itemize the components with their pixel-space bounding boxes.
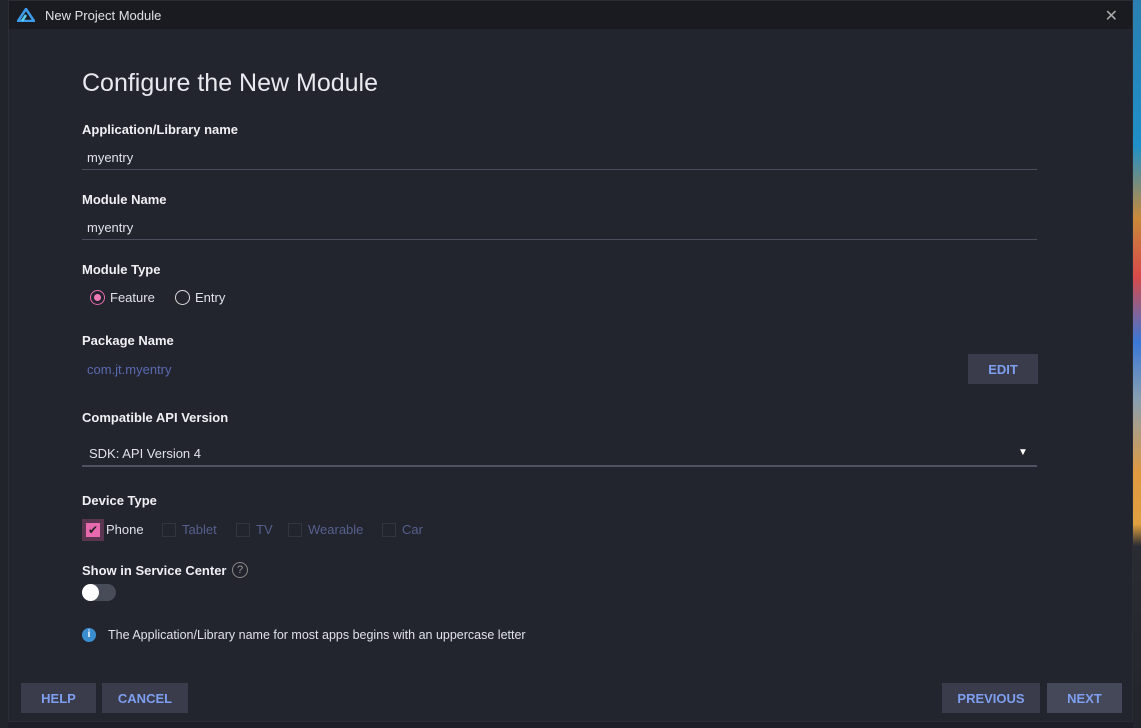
service-center-toggle[interactable] [82,584,116,601]
module-name-underline [82,239,1037,240]
checkbox-label: Car [402,522,423,537]
app-logo-icon [17,8,35,22]
help-question-icon[interactable]: ? [232,562,248,578]
new-project-module-dialog: New Project Module ✕ Configure the New M… [8,0,1133,722]
api-version-underline [82,465,1037,467]
checkbox-tv[interactable]: TV [236,522,273,537]
window-title: New Project Module [45,7,162,23]
radio-label: Feature [110,290,155,305]
checkbox-label: Phone [106,522,144,537]
close-icon[interactable]: ✕ [1105,6,1118,26]
service-center-label: Show in Service Center [82,563,227,578]
help-button[interactable]: HELP [21,683,96,713]
device-type-label: Device Type [82,493,157,508]
checkbox-car[interactable]: Car [382,522,423,537]
checkbox-checked-icon: ✔ [86,522,100,537]
package-name-value: com.jt.myentry [87,362,172,377]
radio-unselected-icon [175,290,190,305]
radio-feature[interactable]: Feature [90,290,155,305]
app-name-label: Application/Library name [82,122,239,137]
background-window [0,0,8,728]
previous-button[interactable]: PREVIOUS [942,683,1040,713]
radio-label: Entry [195,290,226,305]
package-name-label: Package Name [82,333,174,348]
checkbox-label: TV [256,522,273,537]
checkbox-icon [236,522,250,537]
checkbox-wearable[interactable]: Wearable [288,522,363,537]
checkbox-tablet[interactable]: Tablet [162,522,217,537]
app-name-underline [82,169,1037,170]
checkbox-label: Wearable [308,522,364,537]
app-name-input[interactable]: myentry [87,150,133,165]
checkbox-phone[interactable]: ✔ Phone [86,522,144,537]
edit-button[interactable]: EDIT [968,354,1038,384]
api-version-select[interactable]: SDK: API Version 4 [89,446,201,461]
api-version-label: Compatible API Version [82,410,229,425]
checkbox-label: Tablet [182,522,217,537]
checkbox-icon [162,522,176,537]
radio-entry[interactable]: Entry [175,290,225,305]
module-name-input[interactable]: myentry [87,220,133,235]
module-type-label: Module Type [82,262,161,277]
checkbox-icon [288,522,302,537]
chevron-down-icon[interactable]: ▼ [1018,447,1028,458]
checkbox-icon [382,522,396,537]
page-title: Configure the New Module [82,69,378,97]
next-button[interactable]: NEXT [1047,683,1122,713]
cancel-button[interactable]: CANCEL [102,683,188,713]
module-name-label: Module Name [82,192,167,207]
radio-selected-icon [90,290,105,305]
info-message: The Application/Library name for most ap… [108,628,526,642]
info-icon: i [82,628,96,642]
background-window [1133,0,1141,728]
title-bar: New Project Module ✕ [9,1,1132,29]
